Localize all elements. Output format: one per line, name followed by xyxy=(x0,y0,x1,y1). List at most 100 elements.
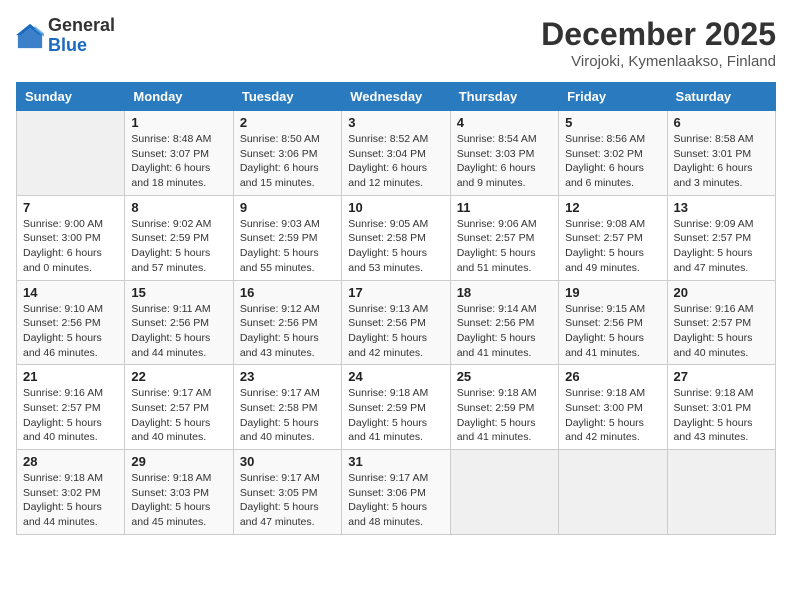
calendar-week-3: 14Sunrise: 9:10 AMSunset: 2:56 PMDayligh… xyxy=(17,280,776,365)
calendar-cell: 29 Sunrise: 9:18 AMSunset: 3:03 PMDayligh… xyxy=(125,450,233,535)
month-title: December 2025 xyxy=(541,16,776,53)
calendar-body: 1Sunrise: 8:48 AMSunset: 3:07 PMDaylight… xyxy=(17,111,776,535)
day-number: 4 xyxy=(457,115,552,130)
calendar-cell: 25Sunrise: 9:18 AMSunset: 2:59 PMDayligh… xyxy=(450,365,558,450)
calendar-cell: 28 Sunrise: 9:18 AMSunset: 3:02 PMDayligh… xyxy=(17,450,125,535)
calendar-cell: 10Sunrise: 9:05 AMSunset: 2:58 PMDayligh… xyxy=(342,195,450,280)
calendar-cell xyxy=(17,111,125,196)
day-number: 8 xyxy=(131,200,226,215)
day-number: 28 xyxy=(23,454,118,469)
calendar-cell: 16Sunrise: 9:12 AMSunset: 2:56 PMDayligh… xyxy=(233,280,341,365)
day-info: Sunrise: 9:10 AMSunset: 2:56 PMDaylight:… xyxy=(23,302,118,361)
calendar-cell xyxy=(559,450,667,535)
day-number: 9 xyxy=(240,200,335,215)
day-info: Sunrise: 9:16 AMSunset: 2:57 PMDaylight:… xyxy=(674,302,769,361)
day-number: 11 xyxy=(457,200,552,215)
day-info: Sunrise: 9:03 AMSunset: 2:59 PMDaylight:… xyxy=(240,217,335,276)
calendar-cell: 14Sunrise: 9:10 AMSunset: 2:56 PMDayligh… xyxy=(17,280,125,365)
calendar-cell: 21 Sunrise: 9:16 AMSunset: 2:57 PMDayligh… xyxy=(17,365,125,450)
calendar-week-2: 7Sunrise: 9:00 AMSunset: 3:00 PMDaylight… xyxy=(17,195,776,280)
calendar-cell: 13Sunrise: 9:09 AMSunset: 2:57 PMDayligh… xyxy=(667,195,775,280)
day-info: Sunrise: 9:08 AMSunset: 2:57 PMDaylight:… xyxy=(565,217,660,276)
location: Virojoki, Kymenlaakso, Finland xyxy=(541,53,776,70)
logo-icon xyxy=(16,22,44,50)
calendar-cell: 23 Sunrise: 9:17 AMSunset: 2:58 PMDayligh… xyxy=(233,365,341,450)
calendar-cell: 12 Sunrise: 9:08 AMSunset: 2:57 PMDayligh… xyxy=(559,195,667,280)
calendar-cell: 17 Sunrise: 9:13 AMSunset: 2:56 PMDayligh… xyxy=(342,280,450,365)
calendar-week-5: 28 Sunrise: 9:18 AMSunset: 3:02 PMDayligh… xyxy=(17,450,776,535)
calendar-week-1: 1Sunrise: 8:48 AMSunset: 3:07 PMDaylight… xyxy=(17,111,776,196)
calendar-cell: 1Sunrise: 8:48 AMSunset: 3:07 PMDaylight… xyxy=(125,111,233,196)
header-wednesday: Wednesday xyxy=(342,83,450,111)
day-number: 1 xyxy=(131,115,226,130)
day-info: Sunrise: 9:18 AMSunset: 2:59 PMDaylight:… xyxy=(457,386,552,445)
day-info: Sunrise: 9:18 AMSunset: 3:02 PMDaylight:… xyxy=(23,471,118,530)
day-number: 7 xyxy=(23,200,118,215)
day-info: Sunrise: 8:56 AMSunset: 3:02 PMDaylight:… xyxy=(565,132,660,191)
day-info: Sunrise: 9:05 AMSunset: 2:58 PMDaylight:… xyxy=(348,217,443,276)
header-tuesday: Tuesday xyxy=(233,83,341,111)
day-number: 27 xyxy=(674,369,769,384)
day-number: 23 xyxy=(240,369,335,384)
calendar-cell: 24 Sunrise: 9:18 AMSunset: 2:59 PMDayligh… xyxy=(342,365,450,450)
day-info: Sunrise: 9:16 AMSunset: 2:57 PMDaylight:… xyxy=(23,386,118,445)
calendar-table: SundayMondayTuesdayWednesdayThursdayFrid… xyxy=(16,82,776,535)
day-info: Sunrise: 8:50 AMSunset: 3:06 PMDaylight:… xyxy=(240,132,335,191)
day-number: 5 xyxy=(565,115,660,130)
day-info: Sunrise: 9:14 AMSunset: 2:56 PMDaylight:… xyxy=(457,302,552,361)
title-block: December 2025 Virojoki, Kymenlaakso, Fin… xyxy=(541,16,776,70)
day-info: Sunrise: 9:17 AMSunset: 2:58 PMDaylight:… xyxy=(240,386,335,445)
day-number: 17 xyxy=(348,285,443,300)
calendar-cell: 19 Sunrise: 9:15 AMSunset: 2:56 PMDayligh… xyxy=(559,280,667,365)
page-header: General Blue December 2025 Virojoki, Kym… xyxy=(16,16,776,70)
day-info: Sunrise: 9:13 AMSunset: 2:56 PMDaylight:… xyxy=(348,302,443,361)
calendar-cell: 30 Sunrise: 9:17 AMSunset: 3:05 PMDayligh… xyxy=(233,450,341,535)
calendar-week-4: 21 Sunrise: 9:16 AMSunset: 2:57 PMDayligh… xyxy=(17,365,776,450)
calendar-cell: 6Sunrise: 8:58 AMSunset: 3:01 PMDaylight… xyxy=(667,111,775,196)
day-number: 19 xyxy=(565,285,660,300)
day-number: 29 xyxy=(131,454,226,469)
day-number: 30 xyxy=(240,454,335,469)
calendar-cell: 26Sunrise: 9:18 AMSunset: 3:00 PMDayligh… xyxy=(559,365,667,450)
logo-blue: Blue xyxy=(48,36,115,56)
logo-text: General Blue xyxy=(48,16,115,56)
day-number: 12 xyxy=(565,200,660,215)
day-number: 21 xyxy=(23,369,118,384)
day-info: Sunrise: 9:18 AMSunset: 2:59 PMDaylight:… xyxy=(348,386,443,445)
day-number: 18 xyxy=(457,285,552,300)
day-number: 16 xyxy=(240,285,335,300)
calendar-cell: 15Sunrise: 9:11 AMSunset: 2:56 PMDayligh… xyxy=(125,280,233,365)
header-sunday: Sunday xyxy=(17,83,125,111)
day-info: Sunrise: 9:06 AMSunset: 2:57 PMDaylight:… xyxy=(457,217,552,276)
day-info: Sunrise: 9:17 AMSunset: 2:57 PMDaylight:… xyxy=(131,386,226,445)
header-monday: Monday xyxy=(125,83,233,111)
day-info: Sunrise: 8:58 AMSunset: 3:01 PMDaylight:… xyxy=(674,132,769,191)
day-info: Sunrise: 9:11 AMSunset: 2:56 PMDaylight:… xyxy=(131,302,226,361)
day-number: 26 xyxy=(565,369,660,384)
day-info: Sunrise: 9:17 AMSunset: 3:06 PMDaylight:… xyxy=(348,471,443,530)
day-number: 13 xyxy=(674,200,769,215)
calendar-cell xyxy=(450,450,558,535)
day-info: Sunrise: 9:18 AMSunset: 3:03 PMDaylight:… xyxy=(131,471,226,530)
calendar-cell: 3 Sunrise: 8:52 AMSunset: 3:04 PMDaylight… xyxy=(342,111,450,196)
calendar-cell: 18 Sunrise: 9:14 AMSunset: 2:56 PMDayligh… xyxy=(450,280,558,365)
day-number: 24 xyxy=(348,369,443,384)
calendar-header: SundayMondayTuesdayWednesdayThursdayFrid… xyxy=(17,83,776,111)
day-info: Sunrise: 8:52 AMSunset: 3:04 PMDaylight:… xyxy=(348,132,443,191)
calendar-cell: 11 Sunrise: 9:06 AMSunset: 2:57 PMDayligh… xyxy=(450,195,558,280)
calendar-cell: 4Sunrise: 8:54 AMSunset: 3:03 PMDaylight… xyxy=(450,111,558,196)
header-friday: Friday xyxy=(559,83,667,111)
calendar-cell: 8 Sunrise: 9:02 AMSunset: 2:59 PMDaylight… xyxy=(125,195,233,280)
calendar-cell: 31Sunrise: 9:17 AMSunset: 3:06 PMDayligh… xyxy=(342,450,450,535)
calendar-cell: 20Sunrise: 9:16 AMSunset: 2:57 PMDayligh… xyxy=(667,280,775,365)
header-row: SundayMondayTuesdayWednesdayThursdayFrid… xyxy=(17,83,776,111)
calendar-cell: 27Sunrise: 9:18 AMSunset: 3:01 PMDayligh… xyxy=(667,365,775,450)
day-info: Sunrise: 9:02 AMSunset: 2:59 PMDaylight:… xyxy=(131,217,226,276)
header-thursday: Thursday xyxy=(450,83,558,111)
logo-general: General xyxy=(48,16,115,36)
calendar-cell: 9 Sunrise: 9:03 AMSunset: 2:59 PMDaylight… xyxy=(233,195,341,280)
day-number: 3 xyxy=(348,115,443,130)
day-number: 22 xyxy=(131,369,226,384)
day-info: Sunrise: 9:17 AMSunset: 3:05 PMDaylight:… xyxy=(240,471,335,530)
day-info: Sunrise: 9:15 AMSunset: 2:56 PMDaylight:… xyxy=(565,302,660,361)
